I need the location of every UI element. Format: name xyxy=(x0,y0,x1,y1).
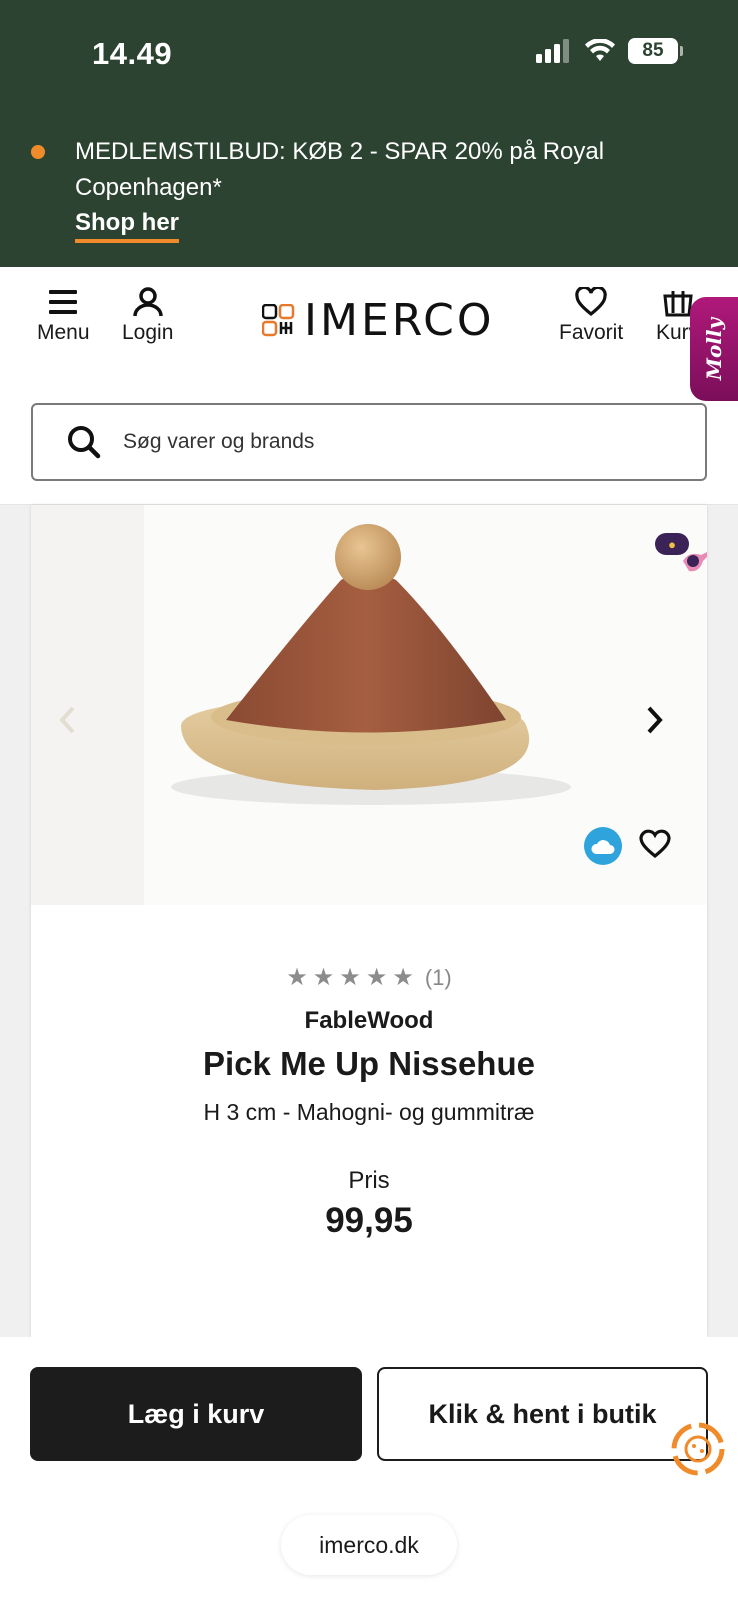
status-time: 14.49 xyxy=(92,36,173,71)
logo-text: IMERCO xyxy=(304,295,495,346)
product-gallery[interactable]: ● xyxy=(31,505,707,905)
imerco-logo[interactable]: IMERCO xyxy=(262,295,494,346)
star-icon: ★ xyxy=(312,964,335,991)
heart-icon xyxy=(575,287,607,317)
hummingbird-icon[interactable] xyxy=(679,543,707,577)
basket-icon xyxy=(662,291,693,317)
next-image-button[interactable] xyxy=(643,705,665,735)
favorites-label: Favorit xyxy=(559,321,624,344)
star-icon: ★ xyxy=(286,964,308,991)
weather-cloud-icon[interactable] xyxy=(584,827,622,865)
product-price: 99,95 xyxy=(325,1201,413,1240)
login-button[interactable]: Login xyxy=(122,287,173,345)
product-rating[interactable]: ★ ★ ★ ★ ★ (1) xyxy=(31,965,707,991)
battery-indicator: 85 xyxy=(628,38,683,64)
molly-chat-tab[interactable]: Molly xyxy=(690,297,738,401)
product-subtitle: H 3 cm - Mahogni- og gummitræ xyxy=(203,1099,535,1125)
favorites-button[interactable]: Favorit xyxy=(559,287,623,345)
search-input[interactable]: Søg varer og brands xyxy=(31,403,707,481)
logo-mark-icon xyxy=(262,303,295,336)
rating-count: (1) xyxy=(424,965,452,990)
top-banner: 14.49 85 MEDLEMSTILBUD: KØB 2 - SPAR 20%… xyxy=(0,0,738,267)
star-icon: ★ xyxy=(392,964,414,991)
product-title: Pick Me Up Nissehue xyxy=(203,1045,535,1082)
molly-label: Molly xyxy=(702,317,727,381)
browser-url[interactable]: imerco.dk xyxy=(281,1515,457,1575)
cookie-settings-icon[interactable] xyxy=(670,1421,726,1477)
add-to-favorites-icon[interactable] xyxy=(638,828,672,860)
star-icon: ★ xyxy=(365,964,388,991)
bottom-action-bar: Læg i kurv Klik & hent i butik imerco.dk xyxy=(0,1337,738,1600)
product-brand[interactable]: FableWood xyxy=(31,1007,707,1035)
star-icon: ★ xyxy=(339,964,361,991)
hamburger-icon xyxy=(49,290,78,314)
previous-image-button[interactable] xyxy=(57,705,79,735)
click-collect-button[interactable]: Klik & hent i butik xyxy=(377,1367,708,1461)
site-header: Menu Login IMERCO Favorit Kurv Molly Søg… xyxy=(0,267,738,505)
product-card: ● ★ ★ ★ ★ ★ (1) FableWood Pick Me Up Nis… xyxy=(31,505,707,1337)
price-label: Pris xyxy=(348,1167,390,1194)
add-to-cart-button[interactable]: Læg i kurv xyxy=(30,1367,362,1461)
wifi-icon xyxy=(585,39,615,61)
search-icon xyxy=(68,426,101,459)
promo-dot xyxy=(31,145,45,159)
search-placeholder: Søg varer og brands xyxy=(123,430,315,453)
shop-here-link[interactable]: Shop her xyxy=(75,208,180,243)
promo-text: MEDLEMSTILBUD: KØB 2 - SPAR 20% på Royal… xyxy=(75,138,605,201)
signal-icon xyxy=(536,39,569,63)
status-icons: 85 xyxy=(536,38,683,64)
menu-button[interactable]: Menu xyxy=(37,287,90,345)
login-label: Login xyxy=(122,321,174,344)
menu-label: Menu xyxy=(37,321,90,344)
user-icon xyxy=(132,287,163,317)
